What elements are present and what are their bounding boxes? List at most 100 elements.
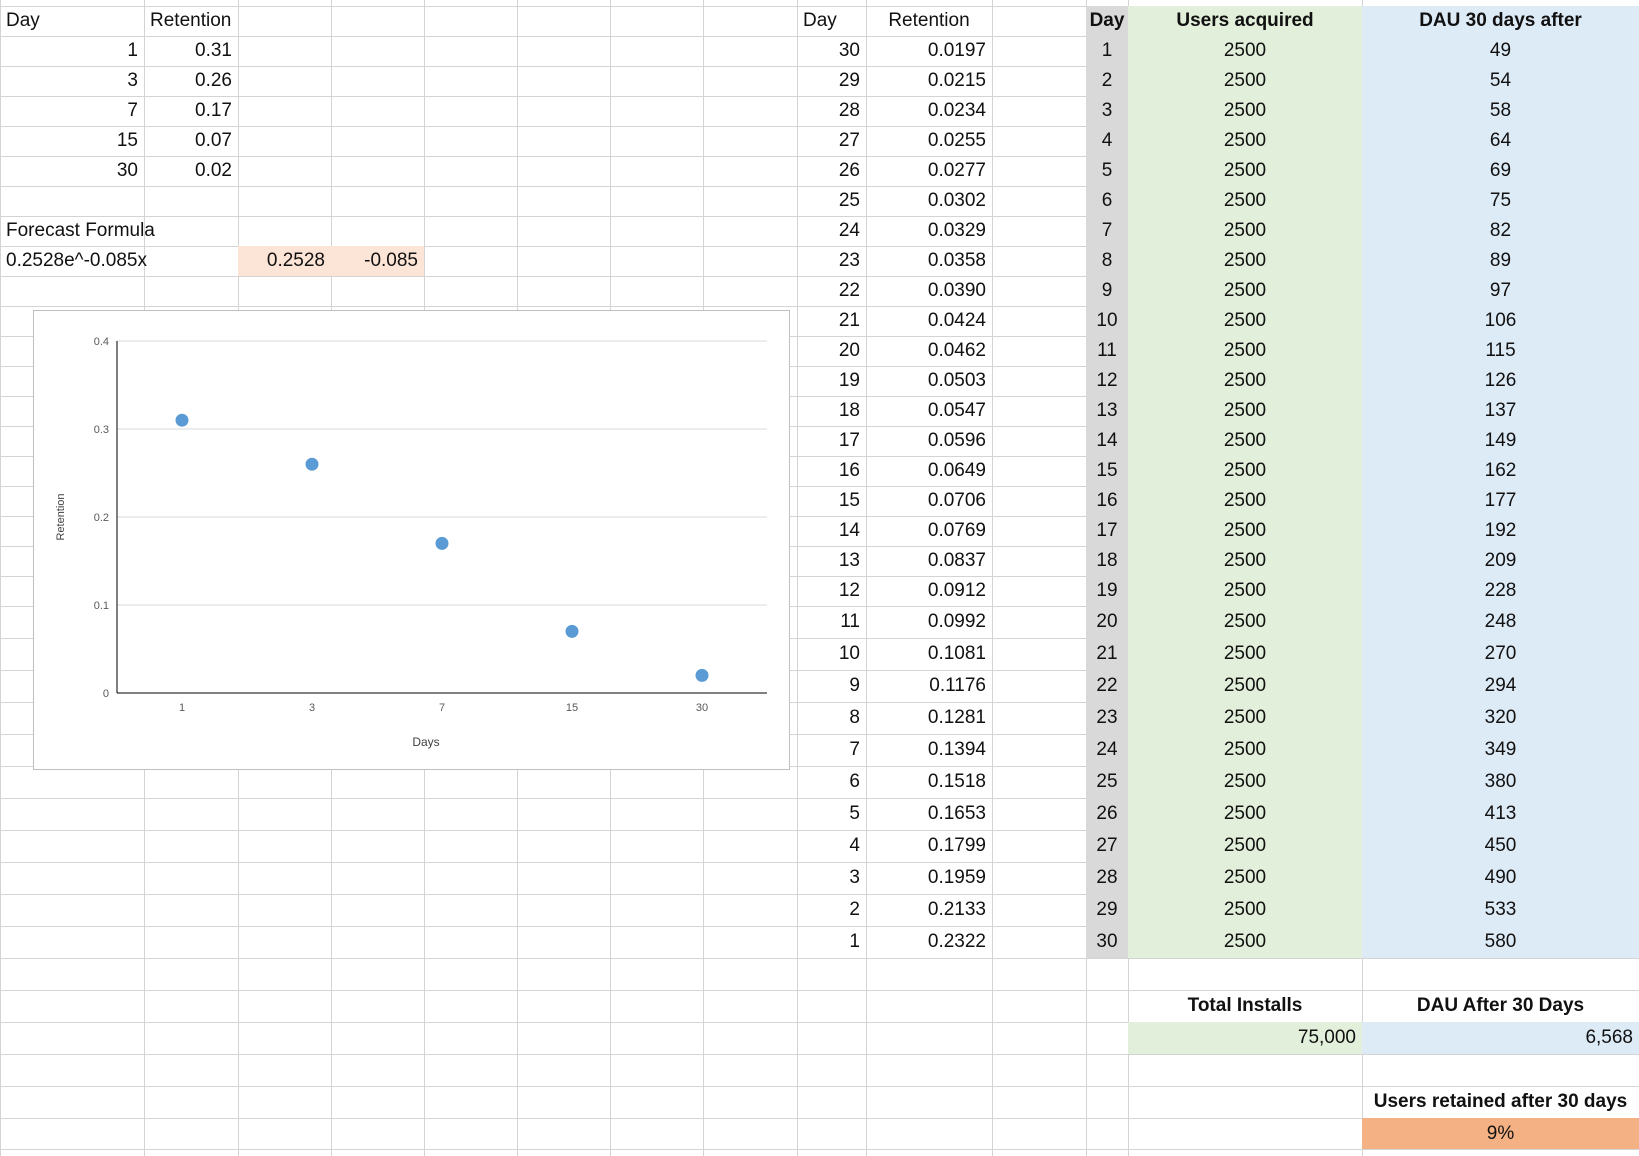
users-acquired-cell[interactable]: 2500 — [1128, 862, 1362, 894]
total-installs-label[interactable]: Total Installs — [1128, 990, 1362, 1022]
mid-day-cell[interactable]: 7 — [797, 734, 866, 766]
right-day-cell[interactable]: 26 — [1086, 798, 1128, 830]
dau-after-value[interactable]: 6,568 — [1362, 1022, 1639, 1054]
dau-cell[interactable]: 380 — [1362, 766, 1639, 798]
mid-retention-cell[interactable]: 0.0197 — [866, 36, 992, 66]
right-day-cell[interactable]: 12 — [1086, 366, 1128, 396]
retained-value[interactable]: 9% — [1362, 1118, 1639, 1149]
dau-cell[interactable]: 270 — [1362, 638, 1639, 670]
left-retention-cell[interactable]: 0.17 — [144, 96, 238, 126]
total-installs-value[interactable]: 75,000 — [1128, 1022, 1362, 1054]
dau-cell[interactable]: 126 — [1362, 366, 1639, 396]
users-acquired-cell[interactable]: 2500 — [1128, 546, 1362, 576]
mid-day-cell[interactable]: 19 — [797, 366, 866, 396]
users-acquired-cell[interactable]: 2500 — [1128, 576, 1362, 606]
right-day-cell[interactable]: 16 — [1086, 486, 1128, 516]
users-acquired-cell[interactable]: 2500 — [1128, 606, 1362, 638]
dau-cell[interactable]: 49 — [1362, 36, 1639, 66]
dau-cell[interactable]: 294 — [1362, 670, 1639, 702]
right-day-cell[interactable]: 14 — [1086, 426, 1128, 456]
users-acquired-cell[interactable]: 2500 — [1128, 456, 1362, 486]
left-retention-cell[interactable]: 0.26 — [144, 66, 238, 96]
mid-day-cell[interactable]: 9 — [797, 670, 866, 702]
right-day-cell[interactable]: 9 — [1086, 276, 1128, 306]
dau-after-label[interactable]: DAU After 30 Days — [1362, 990, 1639, 1022]
right-day-cell[interactable]: 27 — [1086, 830, 1128, 862]
users-acquired-cell[interactable]: 2500 — [1128, 670, 1362, 702]
left-day-header[interactable]: Day — [0, 6, 144, 36]
mid-day-cell[interactable]: 2 — [797, 894, 866, 926]
mid-retention-cell[interactable]: 0.0912 — [866, 576, 992, 606]
retention-chart[interactable]: 0 0.1 0.2 0.3 0.4 1 3 7 15 30 Days Retention — [33, 310, 790, 770]
users-acquired-cell[interactable]: 2500 — [1128, 766, 1362, 798]
mid-retention-cell[interactable]: 0.1959 — [866, 862, 992, 894]
mid-retention-cell[interactable]: 0.0769 — [866, 516, 992, 546]
coef-a-cell[interactable]: 0.2528 — [238, 246, 331, 276]
right-day-cell[interactable]: 7 — [1086, 216, 1128, 246]
right-day-cell[interactable]: 23 — [1086, 702, 1128, 734]
mid-retention-cell[interactable]: 0.2133 — [866, 894, 992, 926]
right-day-cell[interactable]: 10 — [1086, 306, 1128, 336]
dau-cell[interactable]: 97 — [1362, 276, 1639, 306]
right-day-cell[interactable]: 2 — [1086, 66, 1128, 96]
dau-cell[interactable]: 69 — [1362, 156, 1639, 186]
right-day-cell[interactable]: 18 — [1086, 546, 1128, 576]
users-acquired-cell[interactable]: 2500 — [1128, 216, 1362, 246]
left-retention-cell[interactable]: 0.07 — [144, 126, 238, 156]
mid-day-cell[interactable]: 10 — [797, 638, 866, 670]
users-acquired-cell[interactable]: 2500 — [1128, 734, 1362, 766]
users-acquired-cell[interactable]: 2500 — [1128, 96, 1362, 126]
mid-retention-header[interactable]: Retention — [866, 6, 992, 36]
mid-retention-cell[interactable]: 0.1653 — [866, 798, 992, 830]
left-day-cell[interactable]: 15 — [0, 126, 144, 156]
mid-day-cell[interactable]: 5 — [797, 798, 866, 830]
mid-day-cell[interactable]: 20 — [797, 336, 866, 366]
mid-retention-cell[interactable]: 0.0329 — [866, 216, 992, 246]
dau-cell[interactable]: 75 — [1362, 186, 1639, 216]
mid-retention-cell[interactable]: 0.1176 — [866, 670, 992, 702]
mid-day-cell[interactable]: 12 — [797, 576, 866, 606]
users-acquired-header[interactable]: Users acquired — [1128, 6, 1362, 36]
right-day-cell[interactable]: 25 — [1086, 766, 1128, 798]
users-acquired-cell[interactable]: 2500 — [1128, 276, 1362, 306]
mid-day-cell[interactable]: 16 — [797, 456, 866, 486]
mid-day-cell[interactable]: 23 — [797, 246, 866, 276]
mid-retention-cell[interactable]: 0.0390 — [866, 276, 992, 306]
mid-day-cell[interactable]: 8 — [797, 702, 866, 734]
dau-cell[interactable]: 162 — [1362, 456, 1639, 486]
users-acquired-cell[interactable]: 2500 — [1128, 926, 1362, 958]
dau-cell[interactable]: 320 — [1362, 702, 1639, 734]
right-day-cell[interactable]: 24 — [1086, 734, 1128, 766]
left-day-cell[interactable]: 7 — [0, 96, 144, 126]
dau-cell[interactable]: 248 — [1362, 606, 1639, 638]
mid-retention-cell[interactable]: 0.0424 — [866, 306, 992, 336]
dau-cell[interactable]: 89 — [1362, 246, 1639, 276]
right-day-cell[interactable]: 4 — [1086, 126, 1128, 156]
dau-cell[interactable]: 490 — [1362, 862, 1639, 894]
mid-retention-cell[interactable]: 0.0596 — [866, 426, 992, 456]
dau-cell[interactable]: 192 — [1362, 516, 1639, 546]
mid-retention-cell[interactable]: 0.0234 — [866, 96, 992, 126]
left-retention-cell[interactable]: 0.31 — [144, 36, 238, 66]
users-acquired-cell[interactable]: 2500 — [1128, 396, 1362, 426]
dau-cell[interactable]: 209 — [1362, 546, 1639, 576]
mid-day-cell[interactable]: 3 — [797, 862, 866, 894]
right-day-cell[interactable]: 13 — [1086, 396, 1128, 426]
users-acquired-cell[interactable]: 2500 — [1128, 36, 1362, 66]
mid-day-cell[interactable]: 21 — [797, 306, 866, 336]
right-day-cell[interactable]: 28 — [1086, 862, 1128, 894]
coef-b-cell[interactable]: -0.085 — [331, 246, 424, 276]
dau-cell[interactable]: 413 — [1362, 798, 1639, 830]
mid-day-cell[interactable]: 18 — [797, 396, 866, 426]
dau-cell[interactable]: 228 — [1362, 576, 1639, 606]
retained-label[interactable]: Users retained after 30 days — [1362, 1086, 1639, 1118]
mid-day-cell[interactable]: 15 — [797, 486, 866, 516]
users-acquired-cell[interactable]: 2500 — [1128, 246, 1362, 276]
left-day-cell[interactable]: 1 — [0, 36, 144, 66]
mid-retention-cell[interactable]: 0.0462 — [866, 336, 992, 366]
users-acquired-cell[interactable]: 2500 — [1128, 66, 1362, 96]
users-acquired-cell[interactable]: 2500 — [1128, 638, 1362, 670]
mid-retention-cell[interactable]: 0.0649 — [866, 456, 992, 486]
mid-day-cell[interactable]: 28 — [797, 96, 866, 126]
mid-day-cell[interactable]: 29 — [797, 66, 866, 96]
